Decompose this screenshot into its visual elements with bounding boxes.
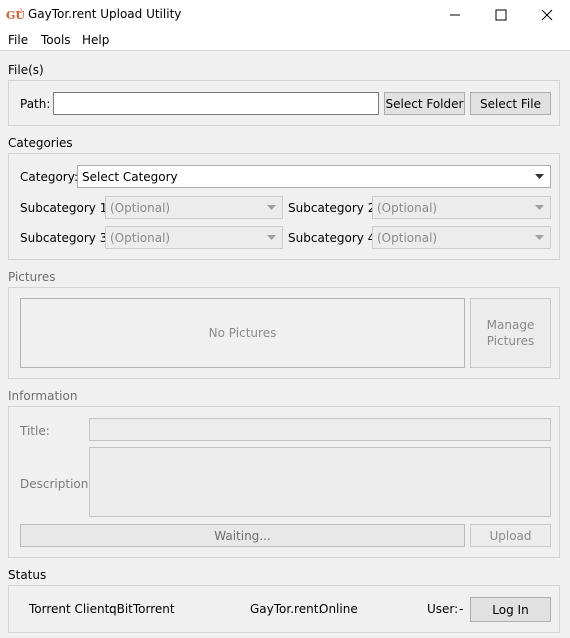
categories-section-label: Categories (8, 136, 73, 150)
pictures-group: No Pictures Manage Pictures (8, 287, 560, 379)
chevron-down-icon (535, 174, 544, 179)
minimize-icon (450, 14, 460, 16)
manage-pictures-line2: Pictures (486, 334, 535, 348)
maximize-icon (495, 9, 507, 21)
app-logo-icon: GU 2 (6, 8, 24, 21)
progress-text: Waiting... (214, 528, 271, 543)
title-input[interactable] (89, 418, 551, 441)
subcategory-3-value: (Optional) (110, 231, 171, 245)
path-input[interactable] (53, 92, 379, 115)
progress-bar: Waiting... (20, 524, 465, 547)
minimize-button[interactable] (432, 0, 478, 30)
torrent-client-label: Torrent Client: (29, 602, 114, 616)
chevron-down-icon (535, 235, 544, 240)
category-select[interactable]: Select Category (77, 165, 551, 188)
maximize-button[interactable] (478, 0, 524, 30)
description-label: Description: (20, 477, 93, 491)
chevron-down-icon (267, 205, 276, 210)
chevron-down-icon (267, 235, 276, 240)
subcategory-4-label: Subcategory 4: (288, 231, 380, 245)
menu-bar: File Tools Help (0, 30, 570, 51)
svg-text:2: 2 (19, 8, 23, 15)
title-bar: GU 2 GayTor.rent Upload Utility (0, 0, 570, 30)
subcategory-4-select[interactable]: (Optional) (372, 226, 551, 249)
description-textarea[interactable] (89, 447, 551, 517)
no-pictures-text: No Pictures (208, 326, 277, 340)
status-group: Torrent Client: qBitTorrent GayTor.rent:… (8, 585, 560, 633)
path-label: Path: (20, 97, 51, 111)
close-button[interactable] (524, 0, 570, 30)
information-section-label: Information (8, 389, 78, 403)
menu-tools[interactable]: Tools (41, 33, 71, 47)
status-section-label: Status (8, 568, 47, 582)
user-value: - (459, 602, 464, 616)
close-icon (541, 9, 553, 21)
subcategory-3-select[interactable]: (Optional) (105, 226, 283, 249)
manage-pictures-line1: Manage (486, 318, 535, 332)
subcategory-1-label: Subcategory 1: (20, 201, 112, 215)
category-select-value: Select Category (82, 170, 178, 184)
login-button[interactable]: Log In (470, 597, 551, 622)
select-file-button[interactable]: Select File (470, 92, 551, 115)
files-section-label: File(s) (8, 63, 44, 77)
subcategory-3-label: Subcategory 3: (20, 231, 112, 245)
upload-button[interactable]: Upload (470, 524, 551, 547)
pictures-section-label: Pictures (8, 270, 56, 284)
pictures-preview-area: No Pictures (20, 298, 465, 368)
site-status-value: Online (319, 602, 358, 616)
subcategory-2-select[interactable]: (Optional) (372, 196, 551, 219)
categories-group: Category: Select Category Subcategory 1:… (8, 153, 560, 260)
torrent-client-value: qBitTorrent (109, 602, 175, 616)
select-folder-button[interactable]: Select Folder (384, 92, 465, 115)
subcategory-1-select[interactable]: (Optional) (105, 196, 283, 219)
menu-file[interactable]: File (8, 33, 28, 47)
subcategory-2-label: Subcategory 2: (288, 201, 380, 215)
site-status-label: GayTor.rent: (250, 602, 323, 616)
subcategory-1-value: (Optional) (110, 201, 171, 215)
manage-pictures-button[interactable]: Manage Pictures (470, 298, 551, 368)
subcategory-2-value: (Optional) (377, 201, 438, 215)
user-label: User: (427, 602, 459, 616)
category-label: Category: (20, 170, 78, 184)
menu-help[interactable]: Help (82, 33, 109, 47)
chevron-down-icon (535, 205, 544, 210)
subcategory-4-value: (Optional) (377, 231, 438, 245)
files-group: Path: Select Folder Select File (8, 80, 560, 126)
information-group: Title: Description: Waiting... Upload (8, 406, 560, 558)
window-title: GayTor.rent Upload Utility (28, 7, 182, 21)
title-label: Title: (20, 424, 50, 438)
